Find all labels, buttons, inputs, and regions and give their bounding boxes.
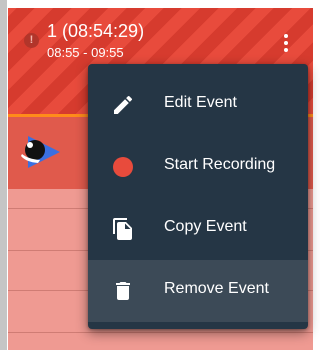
menu-item-label: Remove Event: [164, 280, 269, 297]
menu-item-label: Edit Event: [164, 94, 237, 111]
menu-item-start-recording[interactable]: Start Recording: [88, 136, 308, 198]
event-title: 1 (08:54:29): [47, 21, 145, 41]
timeline-grid-line: [8, 332, 313, 333]
event-time-range: 08:55 - 09:55: [47, 45, 124, 60]
timeline-left-border: [0, 0, 7, 350]
menu-item-remove-event[interactable]: Remove Event: [88, 260, 308, 322]
menu-item-edit-event[interactable]: Edit Event: [88, 74, 308, 136]
menu-item-label: Start Recording: [164, 156, 276, 173]
more-vertical-icon[interactable]: [281, 34, 291, 52]
eye-icon: [21, 136, 60, 168]
pencil-icon: [114, 95, 133, 114]
menu-item-label: Copy Event: [164, 218, 247, 235]
context-menu: Edit Event Start Recording Copy Event Re…: [88, 64, 308, 329]
copy-icon: [113, 218, 132, 240]
alert-circle-icon: !: [24, 33, 39, 48]
record-icon: [113, 157, 133, 177]
menu-item-copy-event[interactable]: Copy Event: [88, 198, 308, 260]
trash-icon: [116, 282, 130, 300]
